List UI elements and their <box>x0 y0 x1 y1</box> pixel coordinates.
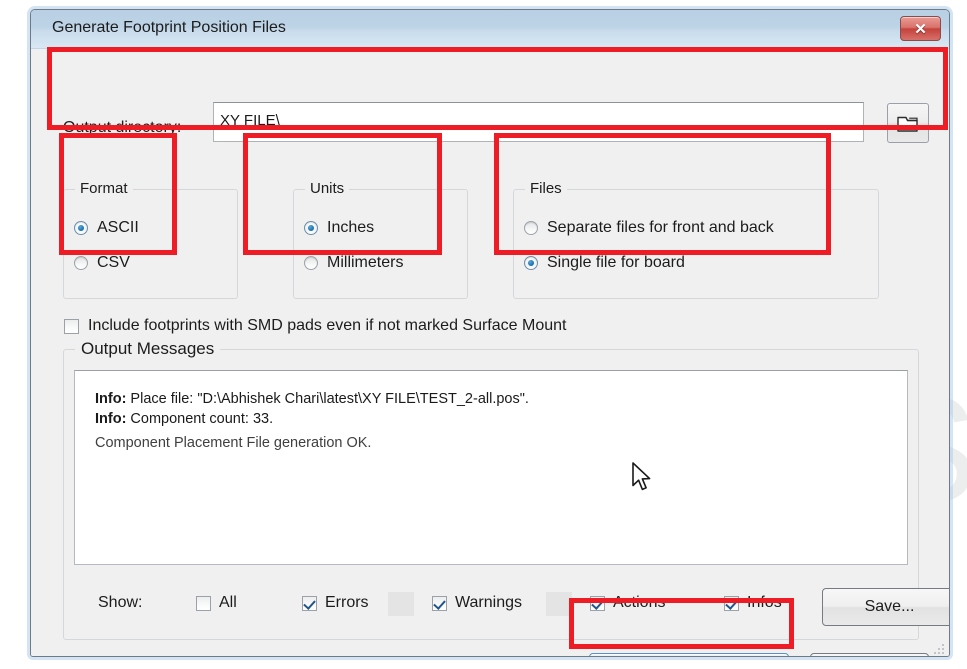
message-line: Info: Place file: "D:\Abhishek Chari\lat… <box>95 389 907 409</box>
output-directory-input[interactable]: XY FILE\ <box>213 102 864 142</box>
checkbox-indicator-on <box>590 595 605 611</box>
output-messages-panel[interactable]: Info: Place file: "D:\Abhishek Chari\lat… <box>74 370 908 565</box>
warnings-color-swatch[interactable] <box>546 592 572 616</box>
generate-footprint-position-files-dialog: Generate Footprint Position Files ✕ Outp… <box>30 9 950 657</box>
resize-grip-icon[interactable] <box>933 643 945 655</box>
checkbox-show-infos[interactable]: Infos <box>724 594 782 612</box>
window-close-button[interactable]: ✕ <box>900 16 941 41</box>
show-filters-row: Show: All Errors Warnings Actions Infos … <box>74 582 949 626</box>
format-group-title: Format <box>75 180 133 197</box>
output-messages-group: Output Messages Info: Place file: "D:\Ab… <box>63 339 949 640</box>
dialog-client-area: Output directory: XY FILE\ Format ASCII … <box>31 49 949 656</box>
checkbox-indicator-off <box>196 595 211 611</box>
radio-files-separate-label: Separate files for front and back <box>547 219 774 236</box>
radio-indicator-on <box>524 256 538 270</box>
radio-indicator-off <box>304 256 318 270</box>
message-tag: Info: <box>95 411 127 427</box>
checkbox-show-errors[interactable]: Errors <box>302 594 369 612</box>
radio-units-inches-label: Inches <box>327 219 375 236</box>
checkbox-indicator-on <box>302 595 317 611</box>
checkbox-show-warnings-label: Warnings <box>455 594 522 611</box>
checkbox-show-actions[interactable]: Actions <box>590 594 665 612</box>
radio-files-single[interactable]: Single file for board <box>524 254 685 272</box>
checkbox-indicator-on <box>724 595 739 611</box>
units-group-title: Units <box>305 180 350 197</box>
files-group-title: Files <box>525 180 567 197</box>
radio-indicator-off <box>524 221 538 235</box>
folder-icon <box>897 116 918 132</box>
errors-color-swatch[interactable] <box>388 592 414 616</box>
format-group: Format ASCII CSV <box>63 180 238 299</box>
message-line: Info: Component count: 33. <box>95 409 907 429</box>
radio-units-inches[interactable]: Inches <box>304 219 374 237</box>
message-text: Place file: "D:\Abhishek Chari\latest\XY… <box>126 391 529 407</box>
radio-units-millimeters[interactable]: Millimeters <box>304 254 403 272</box>
message-tag: Info: <box>95 391 127 407</box>
output-directory-label: Output directory: <box>63 119 182 136</box>
radio-indicator-off <box>74 256 88 270</box>
checkbox-show-infos-label: Infos <box>747 594 782 611</box>
radio-files-single-label: Single file for board <box>547 254 685 271</box>
checkbox-indicator-on <box>432 595 447 611</box>
include-smd-label: Include footprints with SMD pads even if… <box>88 317 567 334</box>
radio-format-ascii-label: ASCII <box>97 219 139 236</box>
checkbox-show-all[interactable]: All <box>196 594 237 612</box>
browse-directory-button[interactable] <box>887 103 929 143</box>
include-smd-checkbox[interactable]: Include footprints with SMD pads even if… <box>64 317 566 335</box>
radio-indicator-on <box>304 221 318 235</box>
dialog-titlebar[interactable]: Generate Footprint Position Files ✕ <box>31 10 949 49</box>
close-icon: ✕ <box>914 20 927 38</box>
radio-format-csv[interactable]: CSV <box>74 254 130 272</box>
units-group: Units Inches Millimeters <box>293 180 468 299</box>
radio-units-millimeters-label: Millimeters <box>327 254 404 271</box>
checkbox-show-warnings[interactable]: Warnings <box>432 594 522 612</box>
checkbox-show-errors-label: Errors <box>325 594 369 611</box>
checkbox-indicator-off <box>64 318 79 334</box>
message-line: Component Placement File generation OK. <box>95 433 907 453</box>
close-button[interactable]: Close <box>810 653 929 656</box>
checkbox-show-all-label: All <box>219 594 237 611</box>
radio-files-separate[interactable]: Separate files for front and back <box>524 219 774 237</box>
message-text: Component count: 33. <box>126 411 274 427</box>
save-button[interactable]: Save... <box>822 588 949 626</box>
dialog-title: Generate Footprint Position Files <box>52 19 286 36</box>
show-filters-label: Show: <box>98 594 143 611</box>
radio-indicator-on <box>74 221 88 235</box>
radio-format-csv-label: CSV <box>97 254 130 271</box>
radio-format-ascii[interactable]: ASCII <box>74 219 139 237</box>
output-messages-title: Output Messages <box>75 339 221 359</box>
files-group: Files Separate files for front and back … <box>513 180 879 299</box>
message-text: Component Placement File generation OK. <box>95 435 372 451</box>
generate-position-file-button[interactable]: Generate Position File <box>589 653 789 656</box>
checkbox-show-actions-label: Actions <box>613 594 666 611</box>
